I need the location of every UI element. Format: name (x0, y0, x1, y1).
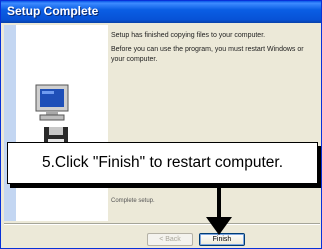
back-button[interactable]: < Back (147, 233, 193, 246)
computer-icon (35, 84, 69, 121)
finish-message: Setup has finished copying files to your… (111, 32, 266, 39)
callout-text: 5.Click "Finish" to restart computer. (42, 154, 283, 171)
button-separator (4, 223, 320, 225)
setup-complete-window: Setup Complete Setup has finished copyin… (0, 0, 322, 249)
window-title: Setup Complete (7, 4, 99, 18)
complete-setup-text: Complete setup. (111, 198, 155, 204)
instruction-callout: 5.Click "Finish" to restart computer. (7, 142, 318, 184)
wizard-side-panel (4, 25, 108, 221)
arrow-down-icon (206, 187, 232, 235)
title-bar[interactable]: Setup Complete (1, 1, 321, 23)
content-area: Setup has finished copying files to your… (111, 31, 311, 69)
restart-message: Before you can use the program, you must… (111, 46, 304, 63)
side-panel-strip (4, 25, 16, 221)
